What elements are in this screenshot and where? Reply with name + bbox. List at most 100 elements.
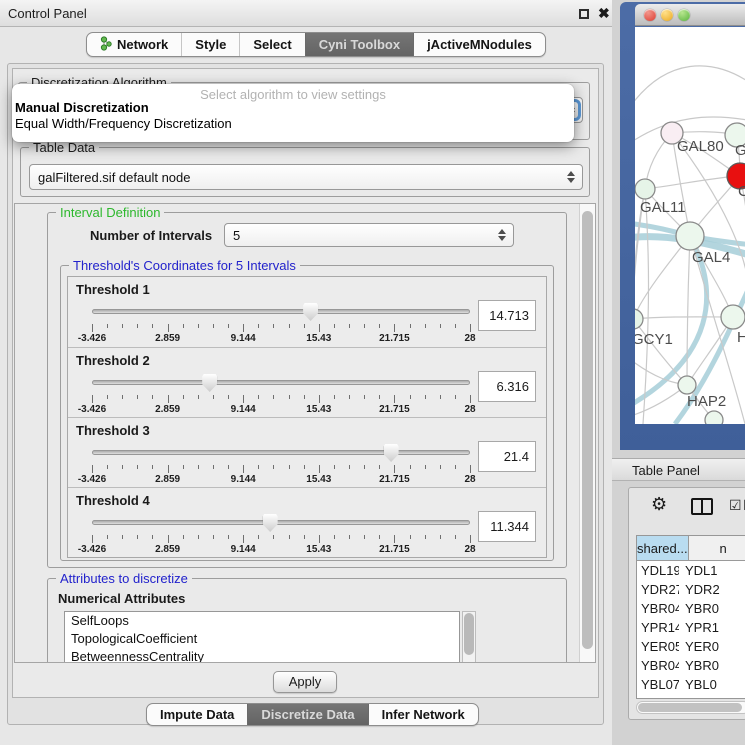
- numerical-attributes-list[interactable]: SelfLoopsTopologicalCoefficientBetweenne…: [64, 611, 460, 663]
- attributes-list-scrollbar[interactable]: [462, 611, 476, 663]
- table-row[interactable]: YBR045CYBR0: [637, 656, 745, 675]
- threshold-row: Threshold 3-3.4262.8599.14415.4321.71528…: [68, 417, 546, 487]
- right-panel: GAL80G.CGAL11GAL4GCY1HHAP2 Table Panel ⚙…: [612, 0, 745, 745]
- network-node[interactable]: [676, 222, 704, 250]
- tab-style[interactable]: Style: [181, 33, 239, 56]
- table-row[interactable]: YDR27...YDR2: [637, 580, 745, 599]
- threshold-slider[interactable]: -3.4262.8599.14415.4321.71528: [92, 303, 470, 345]
- slider-track[interactable]: [92, 309, 470, 314]
- threshold-label: Threshold 2: [76, 353, 150, 368]
- table-row[interactable]: YLR345WYLR3: [637, 694, 745, 699]
- cell-name[interactable]: YER0: [679, 637, 745, 656]
- threshold-slider[interactable]: -3.4262.8599.14415.4321.71528: [92, 444, 470, 486]
- settings-vertical-scrollbar[interactable]: [579, 204, 595, 662]
- threshold-slider[interactable]: -3.4262.8599.14415.4321.71528: [92, 514, 470, 556]
- gear-icon[interactable]: ⚙: [651, 494, 667, 515]
- threshold-slider[interactable]: -3.4262.8599.14415.4321.71528: [92, 374, 470, 416]
- cell-shared-name[interactable]: YDR27...: [637, 580, 679, 599]
- close-icon[interactable]: ✖: [598, 5, 610, 22]
- minimize-traffic-light[interactable]: [661, 9, 673, 21]
- node-label-hap2: HAP2: [687, 393, 726, 410]
- number-of-intervals-combo[interactable]: 5: [224, 223, 514, 247]
- tab-discretize-data[interactable]: Discretize Data: [247, 704, 367, 725]
- table-data-combo[interactable]: galFiltered.sif default node: [29, 164, 583, 190]
- zoom-traffic-light[interactable]: [678, 9, 690, 21]
- tab-jactivemnodules[interactable]: jActiveMNodules: [413, 33, 545, 56]
- tick-label: 21.715: [379, 544, 410, 555]
- slider-thumb[interactable]: [202, 374, 217, 392]
- cell-name[interactable]: YBR0: [679, 599, 745, 618]
- column-header-name[interactable]: n: [689, 536, 745, 560]
- scrollbar-thumb[interactable]: [638, 703, 742, 712]
- cell-shared-name[interactable]: YDL19...: [637, 561, 679, 580]
- slider-ticks: [92, 324, 470, 332]
- slider-thumb[interactable]: [303, 303, 318, 321]
- slider-tick-labels: -3.4262.8599.14415.4321.71528: [92, 544, 470, 556]
- cell-name[interactable]: YPR1: [679, 618, 745, 637]
- slider-track[interactable]: [92, 520, 470, 525]
- combo-stepper-icon[interactable]: [498, 229, 506, 241]
- tick-label: 15.43: [306, 333, 331, 344]
- apply-button[interactable]: Apply: [273, 671, 337, 693]
- cell-shared-name[interactable]: YBR043C: [637, 599, 679, 618]
- table-row[interactable]: YBL079WYBL0: [637, 675, 745, 694]
- slider-thumb[interactable]: [263, 514, 278, 532]
- checkbox-icon[interactable]: ☑: [729, 497, 742, 514]
- threshold-value-field[interactable]: 6.316: [478, 371, 536, 402]
- edge: [635, 317, 733, 319]
- attribute-list-item[interactable]: SelfLoops: [65, 612, 459, 630]
- slider-track[interactable]: [92, 380, 470, 385]
- close-traffic-light[interactable]: [644, 9, 656, 21]
- tab-label: Discretize Data: [261, 707, 354, 722]
- tick-label: 9.144: [231, 544, 256, 555]
- cell-shared-name[interactable]: YBR045C: [637, 656, 679, 675]
- tab-cyni-toolbox[interactable]: Cyni Toolbox: [305, 33, 413, 56]
- table-rows: YDL19...YDL1YDR27...YDR2YBR043CYBR0YPR14…: [637, 561, 745, 699]
- dropdown-option-manual-discretization[interactable]: Manual Discretization: [12, 100, 574, 116]
- network-canvas[interactable]: GAL80G.CGAL11GAL4GCY1HHAP2: [635, 27, 745, 424]
- dropdown-option-equal-width-frequency-discretization[interactable]: Equal Width/Frequency Discretization: [12, 116, 574, 132]
- table-row[interactable]: YER054CYER0: [637, 637, 745, 656]
- cell-shared-name[interactable]: YBL079W: [637, 675, 679, 694]
- tab-impute-data[interactable]: Impute Data: [147, 704, 247, 725]
- threshold-value-field[interactable]: 11.344: [478, 511, 536, 542]
- attribute-list-item[interactable]: BetweennessCentrality: [65, 648, 459, 663]
- table-row[interactable]: YBR043CYBR0: [637, 599, 745, 618]
- network-node[interactable]: [678, 376, 696, 394]
- cell-shared-name[interactable]: YPR145W: [637, 618, 679, 637]
- threshold-value-field[interactable]: 14.713: [478, 300, 536, 331]
- network-node[interactable]: [635, 179, 655, 199]
- column-header-shared-name[interactable]: shared...: [637, 536, 689, 560]
- table-row[interactable]: YPR145WYPR1: [637, 618, 745, 637]
- threshold-row: Threshold 2 -3.4262.8599.14415.4321.71528…: [68, 347, 546, 417]
- scrollbar-thumb[interactable]: [582, 211, 593, 649]
- network-node[interactable]: [721, 305, 745, 329]
- cell-name[interactable]: YDR2: [679, 580, 745, 599]
- threshold-value-field[interactable]: 21.4: [478, 441, 536, 472]
- table-panel-titlebar: Table Panel: [612, 458, 745, 481]
- cell-name[interactable]: YDL1: [679, 561, 745, 580]
- table-row[interactable]: YDL19...YDL1: [637, 561, 745, 580]
- tab-infer-network[interactable]: Infer Network: [368, 704, 478, 725]
- cell-name[interactable]: YLR3: [679, 694, 745, 699]
- cell-shared-name[interactable]: YER054C: [637, 637, 679, 656]
- cell-name[interactable]: YBL0: [679, 675, 745, 694]
- attribute-list-item[interactable]: TopologicalCoefficient: [65, 630, 459, 648]
- node-attribute-table[interactable]: shared... n YDL19...YDL1YDR27...YDR2YBR0…: [636, 535, 745, 699]
- slider-track[interactable]: [92, 450, 470, 455]
- tab-network[interactable]: Network: [87, 33, 181, 56]
- slider-thumb[interactable]: [384, 444, 399, 462]
- float-window-icon[interactable]: [579, 9, 589, 19]
- split-columns-icon[interactable]: [691, 498, 713, 515]
- tick-label: -3.426: [78, 544, 106, 555]
- node-label-gcy1: GCY1: [635, 331, 673, 348]
- table-horizontal-scrollbar[interactable]: [636, 701, 745, 714]
- cell-name[interactable]: YBR0: [679, 656, 745, 675]
- network-node[interactable]: [635, 309, 643, 329]
- network-node[interactable]: [705, 411, 723, 424]
- node-label-gal4: GAL4: [692, 249, 730, 266]
- combo-stepper-icon[interactable]: [567, 171, 575, 183]
- cell-shared-name[interactable]: YLR345W: [637, 694, 679, 699]
- tab-select[interactable]: Select: [239, 33, 304, 56]
- tick-label: 28: [464, 544, 475, 555]
